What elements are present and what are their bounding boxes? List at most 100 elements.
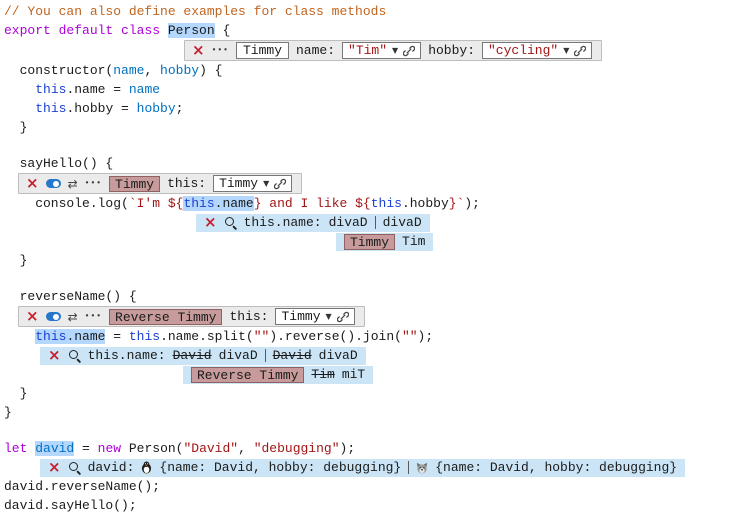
value-runtime-1: divaD (219, 348, 258, 363)
property-name: .name (215, 196, 254, 211)
reversename-result-row: Reverse Timmy Tim miT (183, 365, 749, 384)
export-keyword: export default class (4, 23, 168, 38)
inspected-token[interactable]: this.name (35, 329, 105, 344)
value-runtime-2: divaD (319, 348, 358, 363)
inspected-token[interactable]: this.name (183, 196, 253, 211)
inspection-widget: × this.name: David divaD David divaD (40, 347, 366, 365)
reversename-declaration-line: reverseName() { (4, 287, 749, 306)
code-text: = (74, 441, 97, 456)
class-name-token: Person (168, 23, 215, 38)
property-name: .name (66, 329, 105, 344)
example-chip[interactable]: Reverse Timmy (191, 367, 304, 383)
example-name-input[interactable]: Timmy (236, 42, 289, 59)
this-label: this: (167, 176, 206, 191)
link-icon[interactable] (337, 311, 349, 323)
template-string-end: }` (449, 196, 465, 211)
david-log-row: × david: {name: David, hobby: debugging}… (40, 458, 749, 477)
toggle-icon[interactable] (46, 312, 61, 321)
code-editor: { "colors": { "keyword": "#af00db", "str… (0, 0, 749, 516)
reversename-example-row: × ⇄ ••• Reverse Timmy this: Timmy ▼ (18, 306, 749, 327)
let-keyword: let (4, 441, 35, 456)
class-example-row: × ••• Timmy name: "Tim" ▼ hobby: "cycling… (184, 40, 749, 61)
chevron-down-icon: ▼ (392, 46, 398, 55)
result-value: miT (342, 367, 365, 382)
close-icon[interactable]: × (48, 460, 61, 475)
hobby-value-dropdown[interactable]: "cycling" ▼ (482, 42, 592, 59)
code-text: ) { (199, 63, 222, 78)
this-keyword: this (371, 196, 402, 211)
close-icon[interactable]: × (26, 176, 39, 191)
code-text: , (238, 441, 254, 456)
close-icon[interactable]: × (204, 215, 217, 230)
close-icon[interactable]: × (192, 43, 205, 58)
link-icon[interactable] (274, 178, 286, 190)
chevron-down-icon: ▼ (326, 312, 332, 321)
result-widget: Timmy Tim (336, 233, 433, 251)
code-text: ); (464, 196, 480, 211)
code-text: = (105, 329, 128, 344)
divider (265, 349, 266, 362)
name-value-dropdown[interactable]: "Tim" ▼ (342, 42, 421, 59)
menu-dots-icon[interactable]: ••• (212, 46, 229, 55)
link-icon[interactable] (574, 45, 586, 57)
this-value: Timmy (281, 309, 320, 324)
chevron-down-icon: ▼ (563, 46, 569, 55)
this-label: this: (229, 309, 268, 324)
string-literal: "" (254, 329, 270, 344)
hobby-label: hobby: (428, 43, 475, 58)
menu-dots-icon[interactable]: ••• (85, 179, 102, 188)
assign-hobby-line: this.hobby = hobby; (4, 99, 749, 118)
old-value-runtime-2: David (273, 348, 312, 363)
string-literal: "debugging" (254, 441, 340, 456)
new-keyword: new (98, 441, 129, 456)
code-text: , (144, 63, 160, 78)
wolf-icon (416, 462, 428, 474)
variable-token: david (35, 441, 74, 456)
code-area: // You can also define examples for clas… (0, 0, 749, 515)
result-value: Tim (402, 234, 425, 249)
value-runtime-1: divaD (329, 215, 368, 230)
chevron-down-icon: ▼ (263, 179, 269, 188)
close-brace-line: } (4, 384, 749, 403)
sayhello-result-row: Timmy Tim (336, 232, 749, 251)
example-chip[interactable]: Timmy (109, 176, 160, 192)
name-label: name: (296, 43, 335, 58)
class-declaration-line: export default class Person { (4, 21, 749, 40)
this-value-dropdown[interactable]: Timmy▼ (213, 175, 292, 192)
console-log-line: console.log(`I'm ${this.name} and I like… (4, 194, 749, 213)
result-widget: Reverse Timmy Tim miT (183, 366, 373, 384)
close-icon[interactable]: × (26, 309, 39, 324)
code-text: ).reverse().join( (269, 329, 402, 344)
constructor-line: constructor(name, hobby) { (4, 61, 749, 80)
sayhello-log-row: × this.name: divaD divaD (196, 213, 749, 232)
swap-arrows-icon[interactable]: ⇄ (68, 310, 78, 324)
swap-arrows-icon[interactable]: ⇄ (68, 177, 78, 191)
example-chip[interactable]: Timmy (344, 234, 395, 250)
code-text: .name.split( (160, 329, 254, 344)
value-runtime-1: {name: David, hobby: debugging} (159, 460, 401, 475)
code-text: ); (418, 329, 434, 344)
link-icon[interactable] (403, 45, 415, 57)
hobby-value: "cycling" (488, 43, 558, 58)
assign-name-line: this.name = name (4, 80, 749, 99)
this-keyword: this (129, 329, 160, 344)
param-ref: name (129, 82, 160, 97)
close-icon[interactable]: × (48, 348, 61, 363)
magnifier-icon[interactable] (68, 349, 81, 362)
magnifier-icon[interactable] (224, 216, 237, 229)
reverse-assignment-line: this.name = this.name.split("").reverse(… (4, 327, 749, 346)
template-string: and I like (262, 196, 356, 211)
example-chip[interactable]: Reverse Timmy (109, 309, 222, 325)
reversename-example-widget: × ⇄ ••• Reverse Timmy this: Timmy ▼ (18, 306, 365, 327)
code-text: Person( (129, 441, 184, 456)
magnifier-icon[interactable] (68, 461, 81, 474)
toggle-icon[interactable] (46, 179, 61, 188)
call-reversename-line: david.reverseName(); (4, 477, 749, 496)
name-value: "Tim" (348, 43, 387, 58)
menu-dots-icon[interactable]: ••• (85, 312, 102, 321)
code-text (4, 329, 35, 344)
interp-open: ${ (355, 196, 371, 211)
param-name: name (113, 63, 144, 78)
this-value-dropdown[interactable]: Timmy ▼ (275, 308, 354, 325)
sayhello-example-row: × ⇄ ••• Timmy this: Timmy▼ (18, 173, 749, 194)
